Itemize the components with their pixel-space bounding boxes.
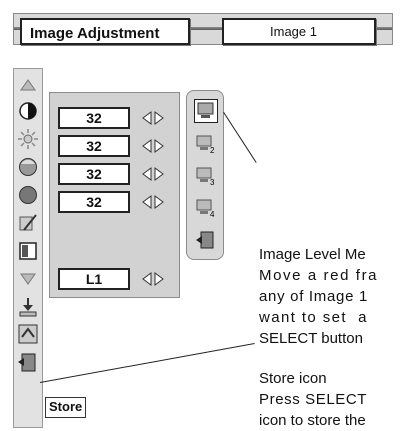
down-arrow-icon[interactable] [17,268,39,290]
image-level-callout-line [222,112,257,164]
brightness-value[interactable]: 32 [58,135,130,157]
adjustment-panel: 32 32 32 32 L1 [49,92,180,298]
gamma-value[interactable]: L1 [58,268,130,290]
store-callout-line-3: icon to store the [259,412,366,429]
svg-text:2: 2 [210,146,215,155]
store-icon[interactable] [17,296,39,318]
svg-text:3: 3 [210,178,215,187]
image-level-callout-line-2: Move a red fra [259,267,379,284]
quit-icon[interactable] [17,351,39,373]
up-arrow-icon[interactable] [17,74,39,96]
contrast-icon[interactable] [17,100,39,122]
image-level-column: 2 3 4 [186,90,224,260]
image-level-callout-line-1: Image Level Me [259,246,366,263]
image-level-callout-line-4: want to set a [259,309,368,326]
color-value[interactable]: 32 [58,163,130,185]
tint-icon[interactable] [17,184,39,206]
image-level-display[interactable]: Image 1 [222,18,376,45]
contrast-left-right-arrows-icon[interactable] [141,110,165,126]
color-left-right-arrows-icon[interactable] [141,166,165,182]
brightness-left-right-arrows-icon[interactable] [141,138,165,154]
icon-strip [13,68,43,428]
brightness-icon[interactable] [17,128,39,150]
image-level-value: Image 1 [270,24,317,39]
store-tooltip: Store [45,397,87,418]
gamma-left-right-arrows-icon[interactable] [141,271,165,287]
store-callout-line [40,343,255,384]
image-3-icon[interactable]: 3 [195,165,217,187]
store-callout-line-1: Store icon [259,370,327,387]
contrast-value[interactable]: 32 [58,107,130,129]
image-level-callout-line-5: SELECT button [259,330,363,347]
image-1-icon[interactable] [194,99,218,123]
tint-value[interactable]: 32 [58,191,130,213]
image-2-icon[interactable]: 2 [195,133,217,155]
tint-left-right-arrows-icon[interactable] [141,194,165,210]
color-icon[interactable] [17,156,39,178]
gamma-icon[interactable] [17,240,39,262]
reset-icon[interactable] [17,323,39,345]
sharpness-icon[interactable] [17,212,39,234]
svg-text:4: 4 [210,210,215,219]
exit-icon[interactable] [195,229,217,251]
menu-title: Image Adjustment [20,18,190,45]
image-level-callout-line-3: any of Image 1 [259,288,369,305]
store-callout-line-2: Press SELECT [259,391,368,408]
image-4-icon[interactable]: 4 [195,197,217,219]
